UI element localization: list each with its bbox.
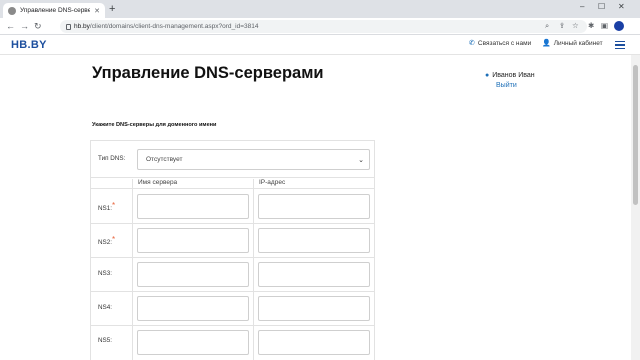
new-tab-icon[interactable]: + xyxy=(109,4,115,15)
tab-title: Управление DNS-серверами xyxy=(20,7,91,14)
divider xyxy=(91,177,374,178)
close-tab-icon[interactable]: ✕ xyxy=(94,7,100,15)
ns4-label: NS4: xyxy=(98,304,112,311)
dns-type-select[interactable]: Отсутствует ⌄ xyxy=(137,149,370,170)
ns4-server-input[interactable] xyxy=(137,296,249,321)
menu-icon[interactable] xyxy=(615,41,625,49)
divider xyxy=(91,188,374,189)
column-header-server: Имя сервера xyxy=(138,179,178,186)
page-scrollbar[interactable] xyxy=(631,55,640,360)
divider xyxy=(91,325,374,326)
ns1-ip-input[interactable] xyxy=(258,194,370,219)
contact-link[interactable]: ✆ Связаться с нами xyxy=(469,39,532,48)
share-icon[interactable]: ⇪ xyxy=(559,21,565,31)
favicon-icon xyxy=(8,6,16,15)
close-window-icon[interactable]: ✕ xyxy=(618,2,625,11)
ns3-ip-input[interactable] xyxy=(258,262,370,287)
ns2-server-input[interactable] xyxy=(137,228,249,253)
divider xyxy=(91,257,374,258)
divider xyxy=(91,223,374,224)
ns5-ip-input[interactable] xyxy=(258,330,370,355)
reload-icon[interactable]: ↻ xyxy=(34,20,42,32)
divider xyxy=(91,291,374,292)
site-logo[interactable]: HB.BY xyxy=(11,39,47,51)
ns3-server-input[interactable] xyxy=(137,262,249,287)
dns-form: Тип DNS: Отсутствует ⌄ Имя сервера IP-ад… xyxy=(90,140,375,360)
user-icon: ● xyxy=(485,72,490,79)
profile-avatar[interactable] xyxy=(614,21,624,31)
user-icon: 👤 xyxy=(542,40,551,47)
user-info: ● Иванов Иван xyxy=(485,72,535,79)
ns2-ip-input[interactable] xyxy=(258,228,370,253)
phone-icon: ✆ xyxy=(469,40,475,47)
page-title: Управление DNS-серверами xyxy=(92,64,324,82)
sidepanel-icon[interactable]: ▣ xyxy=(601,21,608,31)
browser-toolbar: ← → ↻ hb.by/client/domains/client-dns-ma… xyxy=(0,18,640,35)
divider xyxy=(132,179,133,360)
logout-link[interactable]: Выйти xyxy=(496,82,517,89)
extensions-icon[interactable]: ✱ xyxy=(588,21,594,31)
column-header-ip: IP-адрес xyxy=(259,179,286,186)
dns-type-label: Тип DNS: xyxy=(98,155,126,162)
url-text: hb.by/client/domains/client-dns-manageme… xyxy=(74,23,259,30)
address-bar[interactable]: hb.by/client/domains/client-dns-manageme… xyxy=(60,20,587,33)
ns5-label: NS5: xyxy=(98,337,112,344)
bookmark-star-icon[interactable]: ☆ xyxy=(572,21,579,31)
back-icon[interactable]: ← xyxy=(6,20,15,32)
browser-tab[interactable]: Управление DNS-серверами ✕ xyxy=(3,3,105,18)
maximize-icon[interactable]: ☐ xyxy=(598,2,605,11)
contact-label: Связаться с нами xyxy=(477,39,532,47)
cabinet-link[interactable]: 👤 Личный кабинет xyxy=(542,39,603,48)
ns1-server-input[interactable] xyxy=(137,194,249,219)
dns-type-value: Отсутствует xyxy=(146,156,183,163)
forward-icon[interactable]: → xyxy=(20,20,29,32)
cabinet-label: Личный кабинет xyxy=(553,39,603,47)
user-name: Иванов Иван xyxy=(492,72,535,79)
chevron-down-icon: ⌄ xyxy=(358,157,364,164)
ns2-label: NS2:* xyxy=(98,235,116,246)
ns3-label: NS3: xyxy=(98,270,112,277)
scrollbar-thumb[interactable] xyxy=(633,65,638,205)
site-header: HB.BY ✆ Связаться с нами 👤 Личный кабине… xyxy=(0,35,640,55)
zoom-icon[interactable]: ⌕ xyxy=(545,21,549,31)
ns4-ip-input[interactable] xyxy=(258,296,370,321)
form-subtitle: Укажите DNS-серверы для доменного имени xyxy=(92,122,217,128)
minimize-icon[interactable]: – xyxy=(580,2,584,11)
ns1-label: NS1:* xyxy=(98,201,116,212)
divider xyxy=(253,179,254,360)
ns5-server-input[interactable] xyxy=(137,330,249,355)
browser-tabbar: Управление DNS-серверами ✕ + – ☐ ✕ xyxy=(0,0,640,18)
lock-icon xyxy=(66,23,71,30)
